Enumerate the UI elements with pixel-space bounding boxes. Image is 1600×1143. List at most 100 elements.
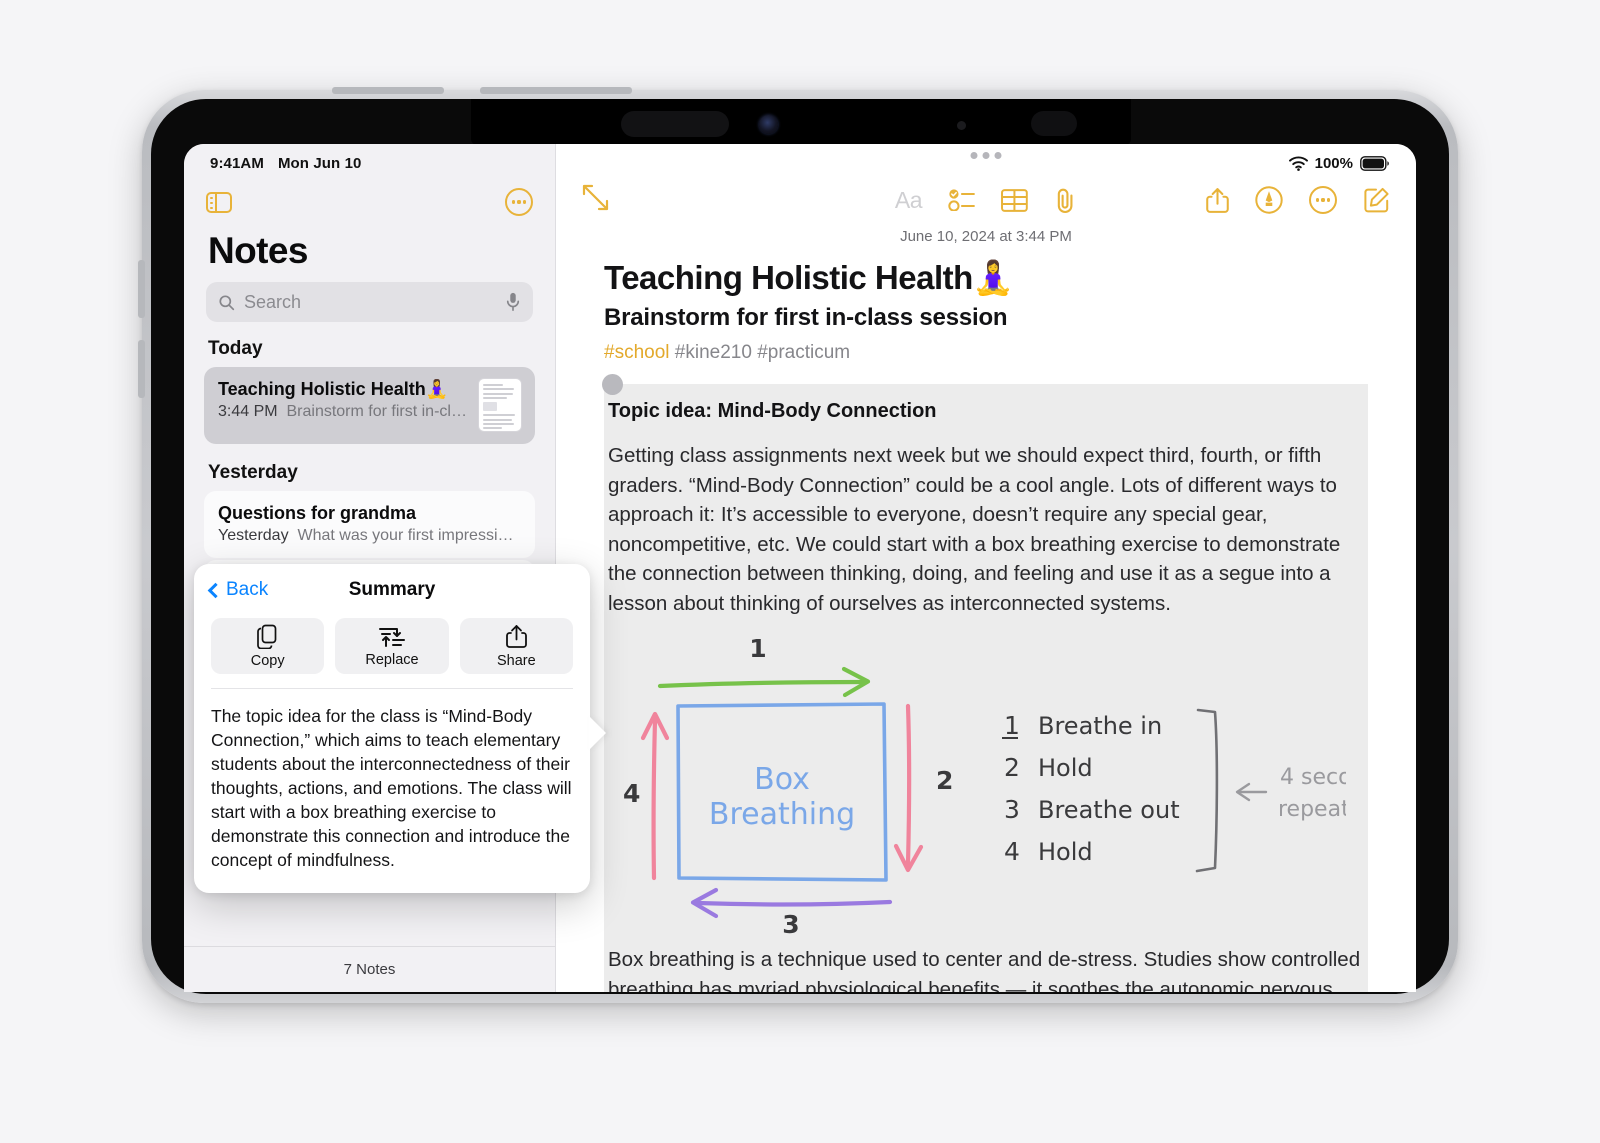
list-item[interactable]: Questions for grandma Yesterday What was…	[204, 491, 535, 558]
sketch-number-left: 4	[623, 779, 640, 808]
highlighted-content: Topic idea: Mind-Body Connection Getting…	[604, 400, 1416, 992]
note-tags: #school #kine210 #practicum	[604, 342, 1368, 364]
sidebar-more-button[interactable]	[505, 188, 533, 216]
arrow-top-green	[657, 666, 871, 698]
back-button-label: Back	[226, 579, 269, 600]
search-input[interactable]: Search	[206, 282, 533, 322]
note-content: Teaching Holistic Health🧘‍♀️ Brainstorm …	[556, 259, 1416, 992]
paperclip-icon[interactable]	[1054, 187, 1077, 214]
note-detail-pane: 100% Aa June 10, 2024 at 3:44 PM Teachin…	[556, 144, 1416, 992]
note-item-subtitle: Yesterday What was your first impression…	[218, 527, 521, 545]
copy-icon	[257, 624, 277, 649]
sketch-annotation-line-1: 4 seconds each,	[1280, 765, 1346, 790]
note-paragraph-trailing: Box breathing is a technique used to cen…	[608, 948, 1361, 992]
sketch-step-num-4: 4	[1004, 837, 1020, 866]
battery-percent: 100%	[1314, 154, 1353, 172]
battery-full-icon	[1360, 155, 1389, 171]
share-button[interactable]: Share	[459, 618, 573, 674]
replace-icon	[378, 627, 405, 647]
sketch-svg: 1 Box Breathing 2 3 4 1 Breathe in 2 Hol…	[623, 634, 1416, 939]
speaker-pill	[621, 111, 729, 137]
status-time: 9:41AM	[210, 154, 264, 172]
expand-diagonal-icon	[582, 184, 609, 211]
note-toolbar: Aa	[556, 174, 1416, 226]
volume-button-up[interactable]	[332, 87, 444, 94]
share-icon[interactable]	[1206, 187, 1229, 214]
sketch-number-right: 2	[936, 766, 953, 795]
notes-count-footer: 7 Notes	[184, 946, 555, 992]
expand-button[interactable]	[582, 184, 609, 216]
note-actions	[1206, 186, 1390, 214]
sketch-step-num-3: 3	[1004, 795, 1020, 824]
copy-button-label: Copy	[250, 652, 285, 669]
note-format-tools: Aa	[895, 187, 1077, 214]
list-item[interactable]: Teaching Holistic Health🧘‍♀️ 3:44 PM Bra…	[204, 367, 535, 444]
summary-popover-header: Back Summary	[194, 564, 590, 616]
status-date: Mon Jun 10	[277, 154, 362, 172]
notes-sidebar: 9:41AM Mon Jun 10 Notes Search Today Tea…	[184, 144, 590, 992]
sidebar-toggle-button[interactable]	[206, 191, 232, 213]
sketch-box-label-1: Box	[754, 762, 810, 797]
compose-icon[interactable]	[1363, 187, 1390, 214]
sketch-number-top: 1	[749, 634, 766, 663]
screenshot-root: 9:41AM Mon Jun 10 Notes Search Today Tea…	[0, 0, 1600, 1143]
sketch-bracket	[1195, 708, 1219, 873]
sidebar-toggle-icon	[206, 191, 232, 213]
note-item-time: 3:44 PM	[218, 403, 278, 420]
arrow-left-pink	[640, 711, 670, 881]
window-grabber-icon[interactable]	[970, 152, 1002, 159]
side-button-b[interactable]	[138, 340, 145, 398]
side-button-a[interactable]	[138, 260, 145, 318]
sketch-steps: 1 Breathe in 2 Hold 3 Breathe out 4 Hold	[1002, 711, 1180, 866]
highlighted-selection-block: Topic idea: Mind-Body Connection Getting…	[602, 374, 1416, 992]
sketch-step-num-2: 2	[1004, 753, 1020, 782]
note-item-preview: Brainstorm for first in-cla…	[286, 403, 469, 420]
note-paragraph: Getting class assignments next week but …	[608, 444, 1341, 615]
sketch-step-num-1: 1	[1004, 711, 1020, 740]
note-thumbnail	[479, 379, 521, 431]
checklist-icon[interactable]	[948, 189, 976, 211]
arrow-right-pink	[893, 703, 924, 873]
note-more-button[interactable]	[1309, 186, 1337, 214]
copy-button[interactable]: Copy	[211, 618, 325, 674]
chevron-left-icon	[207, 582, 224, 598]
volume-button-down[interactable]	[480, 87, 632, 94]
sketch-box-label-2: Breathing	[709, 797, 855, 832]
note-item-preview: What was your first impression…	[297, 527, 521, 544]
text-format-icon[interactable]: Aa	[895, 187, 923, 214]
tag-school[interactable]: #school	[604, 342, 670, 363]
notes-app: 9:41AM Mon Jun 10 Notes Search Today Tea…	[184, 144, 1416, 992]
sketch-step-text-4: Hold	[1038, 838, 1093, 866]
table-icon[interactable]	[1001, 188, 1028, 212]
summary-actions: Copy Replace Share	[194, 616, 590, 688]
page-title: Notes	[208, 230, 308, 271]
tag-kine210[interactable]: #kine210	[675, 342, 752, 363]
microphone-icon[interactable]	[505, 292, 521, 312]
markup-pen-icon[interactable]	[1255, 186, 1283, 214]
ipad-screen: 9:41AM Mon Jun 10 Notes Search Today Tea…	[184, 144, 1416, 992]
tag-practicum[interactable]: #practicum	[757, 342, 850, 363]
note-item-title: Teaching Holistic Health🧘‍♀️	[218, 379, 449, 399]
share-icon	[505, 624, 527, 648]
selection-handle[interactable]	[602, 374, 623, 395]
note-item-title: Questions for grandma	[218, 503, 417, 523]
note-title: Teaching Holistic Health🧘‍♀️	[604, 259, 1014, 296]
sketch-step-text-3: Breathe out	[1038, 796, 1180, 824]
back-button[interactable]: Back	[207, 579, 269, 601]
note-item-time: Yesterday	[218, 527, 289, 544]
camera-sensor-bar	[471, 99, 1131, 145]
note-timestamp: June 10, 2024 at 3:44 PM	[900, 228, 1072, 245]
status-bar-right: 100%	[556, 144, 1416, 174]
sketch-annotation-arrow	[1235, 782, 1268, 802]
summary-popover: Back Summary Copy Replace Share The topi…	[194, 564, 590, 893]
search-container: Search	[184, 282, 555, 322]
replace-button[interactable]: Replace	[335, 618, 449, 674]
wifi-icon	[1288, 156, 1308, 171]
summary-text: The topic idea for the class is “Mind-Bo…	[211, 706, 572, 870]
note-item-text: Questions for grandma Yesterday What was…	[218, 503, 521, 545]
sensor-blob	[1031, 111, 1077, 136]
share-button-label: Share	[496, 652, 536, 669]
search-icon	[219, 294, 235, 310]
sketch-number-bottom: 3	[782, 910, 799, 934]
note-subtitle: Brainstorm for first in-class session	[604, 304, 1008, 331]
